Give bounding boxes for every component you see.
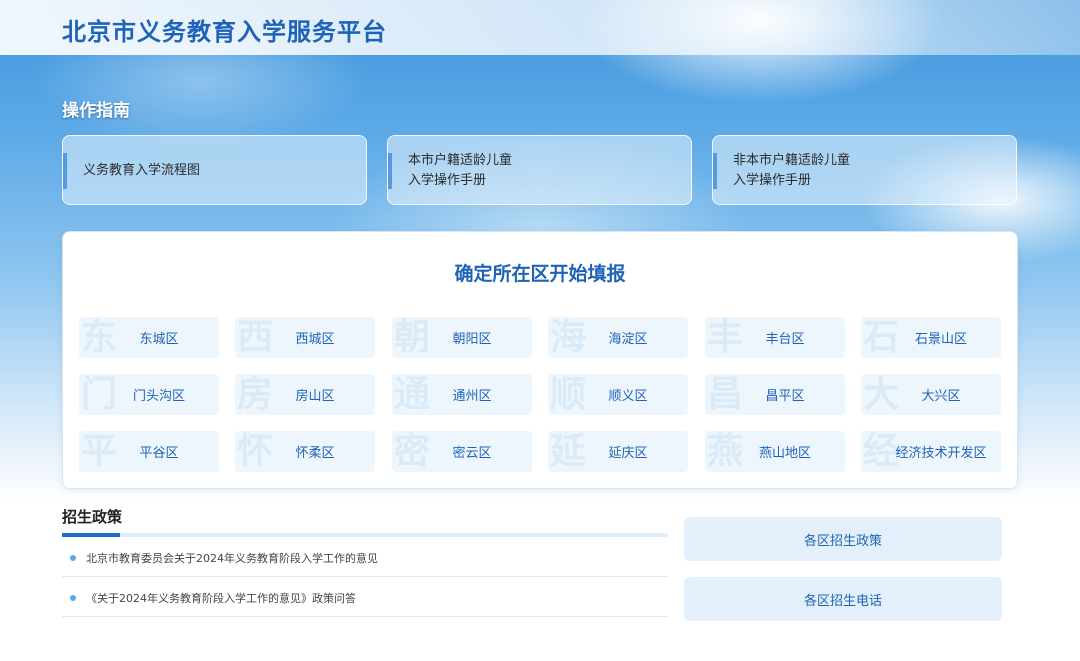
district-label: 朝阳区 [452, 332, 492, 347]
district-button[interactable]: 怀怀柔区 [235, 431, 375, 472]
guide-card-local-manual[interactable]: 本市户籍适龄儿童 入学操作手册 [387, 135, 692, 205]
guide-card-nonlocal-manual[interactable]: 非本市户籍适龄儿童 入学操作手册 [712, 135, 1017, 205]
district-button[interactable]: 朝朝阳区 [392, 317, 532, 358]
district-button[interactable]: 房房山区 [235, 374, 375, 415]
district-label: 密云区 [452, 446, 492, 461]
policy-list-item[interactable]: 《关于2024年义务教育阶段入学工作的意见》政策问答 [62, 578, 668, 617]
guide-card-line2: 入学操作手册 [733, 173, 812, 188]
district-label: 房山区 [295, 389, 335, 404]
district-panel-title: 确定所在区开始填报 [454, 263, 626, 285]
bullet-dot-icon [70, 555, 76, 561]
district-label: 石景山区 [914, 332, 967, 347]
district-button[interactable]: 燕燕山地区 [705, 431, 845, 472]
district-button[interactable]: 海海淀区 [548, 317, 688, 358]
guide-card-line2: 入学操作手册 [408, 173, 487, 188]
bullet-dot-icon [70, 595, 76, 601]
district-label: 怀柔区 [295, 446, 335, 461]
guide-card-line1: 本市户籍适龄儿童 [408, 153, 513, 168]
district-label: 门头沟区 [132, 389, 185, 404]
district-label: 延庆区 [608, 446, 648, 461]
site-title: 北京市义务教育入学服务平台 [62, 18, 387, 46]
district-label: 昌平区 [765, 389, 805, 404]
district-label: 海淀区 [608, 332, 648, 347]
policy-section-title: 招生政策 [62, 508, 123, 526]
district-label: 通州区 [452, 389, 492, 404]
district-button[interactable]: 丰丰台区 [705, 317, 845, 358]
guide-card-line1: 非本市户籍适龄儿童 [733, 153, 851, 168]
district-label: 顺义区 [608, 389, 648, 404]
district-button[interactable]: 石石景山区 [861, 317, 1001, 358]
district-button[interactable]: 延延庆区 [548, 431, 688, 472]
policy-underline-accent [62, 533, 120, 537]
site-header: 北京市义务教育入学服务平台 [0, 0, 1080, 55]
district-label: 燕山地区 [758, 446, 811, 461]
district-button[interactable]: 东东城区 [79, 317, 219, 358]
district-button[interactable]: 通通州区 [392, 374, 532, 415]
guide-section-title: 操作指南 [62, 101, 130, 121]
guide-card-line1: 义务教育入学流程图 [83, 163, 201, 178]
district-label: 西城区 [295, 332, 335, 347]
district-label: 平谷区 [139, 446, 179, 461]
district-label: 大兴区 [921, 389, 961, 404]
district-button[interactable]: 大大兴区 [861, 374, 1001, 415]
policy-title-underline [62, 533, 668, 537]
district-button[interactable]: 昌昌平区 [705, 374, 845, 415]
district-button[interactable]: 门门头沟区 [79, 374, 219, 415]
district-button[interactable]: 经经济技术开发区 [861, 431, 1001, 472]
district-button[interactable]: 顺顺义区 [548, 374, 688, 415]
district-button[interactable]: 密密云区 [392, 431, 532, 472]
district-label: 丰台区 [765, 332, 805, 347]
card-accent-bar [63, 153, 67, 189]
policy-item-text: 《关于2024年义务教育阶段入学工作的意见》政策问答 [86, 591, 356, 605]
policy-item-text: 北京市教育委员会关于2024年义务教育阶段入学工作的意见 [86, 551, 378, 565]
district-button[interactable]: 西西城区 [235, 317, 375, 358]
policy-list-item[interactable]: 北京市教育委员会关于2024年义务教育阶段入学工作的意见 [62, 538, 668, 577]
district-policy-button[interactable]: 各区招生政策 [684, 517, 1002, 561]
district-label: 经济技术开发区 [895, 446, 987, 461]
district-label: 东城区 [139, 332, 179, 347]
district-button[interactable]: 平平谷区 [79, 431, 219, 472]
district-phone-button[interactable]: 各区招生电话 [684, 577, 1002, 621]
guide-card-flowchart[interactable]: 义务教育入学流程图 [62, 135, 367, 205]
card-accent-bar [388, 153, 392, 189]
card-accent-bar [713, 153, 717, 189]
